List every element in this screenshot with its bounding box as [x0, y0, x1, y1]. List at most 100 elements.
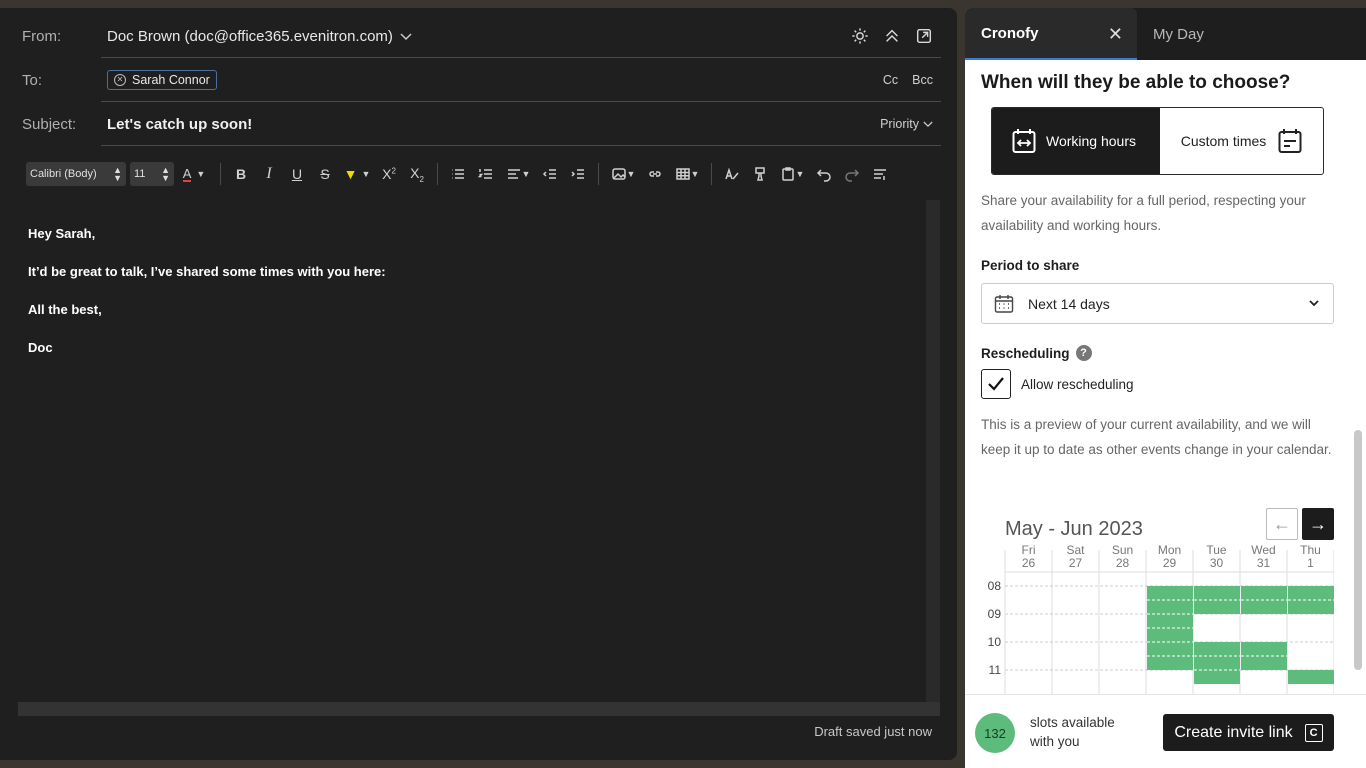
subscript-button[interactable]: X2 [403, 162, 431, 186]
day-of-week-label: Sat [1066, 543, 1085, 557]
tab-my-day[interactable]: My Day [1137, 8, 1204, 60]
priority-dropdown[interactable]: Priority [880, 102, 933, 146]
formatting-toolbar: Calibri (Body) ▲ ▼ 11 ▲ ▼ A ▼ B I U S ▼ ▼ X2… [26, 162, 894, 186]
more-options-button[interactable] [866, 162, 894, 186]
email-compose: From: Doc Brown (doc@office365.evenitron… [0, 8, 957, 760]
recipient-chip[interactable]: ✕ Sarah Connor [107, 70, 217, 90]
tab-cronofy[interactable]: Cronofy ✕ [965, 8, 1137, 60]
font-size-select[interactable]: 11 ▲ ▼ [130, 162, 174, 186]
undo-button[interactable] [810, 162, 838, 186]
superscript-icon: X2 [382, 166, 396, 182]
help-icon[interactable]: ? [1075, 345, 1092, 361]
recipient-name: Sarah Connor [132, 73, 210, 87]
font-color-icon: A [182, 165, 192, 182]
day-date-label: 28 [1116, 556, 1130, 570]
editor-icon [725, 167, 739, 180]
font-size-value: 11 [134, 168, 146, 180]
available-slot-block [1288, 670, 1334, 684]
divider [101, 145, 941, 146]
superscript-button[interactable]: X2 [375, 162, 403, 186]
hour-label: 09 [988, 607, 1002, 621]
insert-link-button[interactable] [641, 162, 669, 186]
outdent-icon [542, 169, 556, 179]
indent-button[interactable] [564, 162, 592, 186]
more-options-icon [874, 169, 886, 180]
working-hours-option[interactable]: Working hours [992, 108, 1160, 174]
period-label-text: Period to share [981, 258, 1080, 273]
day-date-label: 26 [1022, 556, 1036, 570]
arrow-right-icon: → [1309, 513, 1327, 534]
slots-text: slots available with you [1030, 715, 1115, 749]
toolbar-separator [598, 163, 599, 185]
period-value: Next 14 days [1028, 295, 1110, 312]
font-color-button[interactable]: A ▼ [174, 162, 214, 186]
from-label: From: [22, 27, 62, 45]
chevron-down-icon [923, 121, 933, 127]
sun-icon[interactable] [851, 27, 869, 45]
allow-rescheduling-checkbox[interactable]: Allow rescheduling [981, 369, 1134, 399]
arrow-left-icon: ← [1273, 513, 1291, 534]
working-hours-label: Working hours [1046, 133, 1137, 149]
collapse-up-icon[interactable] [883, 27, 901, 45]
compose-actions [851, 14, 933, 58]
align-left-icon [507, 169, 520, 179]
underline-button[interactable]: U [283, 162, 311, 186]
day-of-week-label: Thu [1300, 543, 1321, 557]
underline-icon: U [291, 166, 303, 182]
subject-input[interactable]: Let's catch up soon! [107, 116, 252, 133]
remove-recipient-icon[interactable]: ✕ [114, 74, 126, 86]
numbering-button[interactable] [472, 162, 500, 186]
subscript-icon: X2 [410, 164, 424, 184]
email-body[interactable]: Hey Sarah, It’d be great to talk, I’ve s… [18, 200, 926, 702]
bcc-button[interactable]: Bcc [912, 73, 933, 87]
day-of-week-label: Mon [1158, 543, 1181, 557]
next-week-button[interactable]: → [1302, 508, 1334, 540]
popout-icon[interactable] [915, 27, 933, 45]
outdent-button[interactable] [536, 162, 564, 186]
close-icon[interactable]: ✕ [1108, 24, 1123, 45]
create-invite-link-button[interactable]: Create invite link C [1163, 714, 1334, 751]
italic-icon: I [266, 165, 272, 182]
prev-week-button[interactable]: ← [1266, 508, 1298, 540]
bold-button[interactable]: B [227, 162, 255, 186]
numbered-list-icon [478, 169, 492, 179]
share-description: Share your availability for a full perio… [981, 193, 1306, 233]
align-button[interactable]: ▼ [500, 162, 536, 186]
editor-button[interactable] [718, 162, 746, 186]
highlight-button[interactable]: ▼ ▼ [339, 162, 375, 186]
day-of-week-label: Sun [1112, 543, 1133, 557]
checkbox-box[interactable] [981, 369, 1011, 399]
bullets-button[interactable] [444, 162, 472, 186]
scrollbar-thumb[interactable] [1354, 430, 1362, 670]
indent-icon [571, 169, 584, 179]
redo-icon [845, 169, 860, 182]
from-value: Doc Brown (doc@office365.evenitron.com) [107, 27, 393, 45]
cc-button[interactable]: Cc [883, 73, 898, 87]
period-select[interactable]: Next 14 days [981, 283, 1334, 324]
insert-table-button[interactable]: ▼ [669, 162, 705, 186]
custom-times-label: Custom times [1180, 133, 1267, 149]
day-of-week-label: Tue [1206, 543, 1227, 557]
calendar-icon [1278, 129, 1302, 153]
redo-button[interactable] [838, 162, 866, 186]
format-painter-button[interactable] [746, 162, 774, 186]
hour-label: 11 [989, 663, 1002, 677]
font-family-select[interactable]: Calibri (Body) ▲ ▼ [26, 162, 126, 186]
vertical-scrollbar[interactable] [926, 200, 940, 710]
calendar-grid-icon [994, 294, 1014, 313]
subject-row: Subject: Let's catch up soon! Priority [22, 102, 941, 146]
tab-my-day-label: My Day [1153, 25, 1204, 43]
panel-heading: When will they be able to choose? [981, 72, 1291, 93]
strikethrough-button[interactable]: S [311, 162, 339, 186]
from-selector[interactable]: Doc Brown (doc@office365.evenitron.com) [107, 28, 412, 45]
chevron-down-icon [400, 32, 412, 40]
paste-button[interactable]: ▼ [774, 162, 810, 186]
custom-times-option[interactable]: Custom times [1160, 108, 1323, 174]
create-invite-link-label: Create invite link [1174, 723, 1293, 741]
panel-scrollbar[interactable] [1354, 70, 1362, 700]
format-painter-icon [755, 167, 765, 181]
horizontal-scrollbar[interactable] [18, 702, 940, 716]
italic-button[interactable]: I [255, 162, 283, 186]
insert-picture-button[interactable]: ▼ [605, 162, 641, 186]
image-icon [611, 168, 626, 180]
